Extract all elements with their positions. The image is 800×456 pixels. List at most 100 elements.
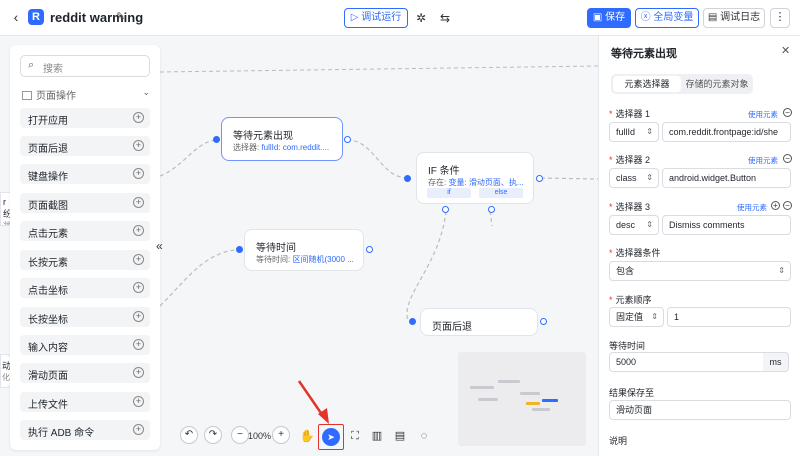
- global-variables-button[interactable]: ⓧ 全局变量: [635, 8, 699, 28]
- search-input[interactable]: ⌕ 搜索: [20, 55, 150, 77]
- node-output-port[interactable]: [540, 318, 547, 325]
- action-item[interactable]: 长按元素 +: [20, 250, 150, 270]
- action-item[interactable]: 长按坐标 +: [20, 307, 150, 327]
- add-icon[interactable]: +: [133, 396, 144, 407]
- use-element-link[interactable]: 使用元素: [748, 155, 778, 166]
- selector3-label-text: 选择器 3: [615, 202, 651, 212]
- save-button[interactable]: ▣ 保存: [587, 8, 631, 28]
- node-if-condition[interactable]: IF 条件 存在: 变量: 滑动页面、执... if else: [416, 152, 534, 204]
- magic-wand-icon[interactable]: ✲: [412, 9, 430, 27]
- pointer-select-icon[interactable]: ➤: [322, 428, 340, 446]
- order-value-input[interactable]: 1: [667, 307, 791, 327]
- node-wait-time[interactable]: 等待时间 等待时间: 区间随机(3000 ...: [244, 229, 364, 271]
- add-icon[interactable]: +: [133, 140, 144, 151]
- add-icon[interactable]: +: [133, 311, 144, 322]
- action-item[interactable]: 输入内容 +: [20, 335, 150, 355]
- fit-view-icon[interactable]: ⛶: [348, 426, 362, 446]
- tab-stored-elements[interactable]: 存储的元素对象: [683, 76, 751, 92]
- chevron-down-icon: ⌄: [142, 87, 150, 97]
- action-item[interactable]: 页面后退 +: [20, 136, 150, 156]
- order-type-select[interactable]: 固定值 ⇕: [609, 307, 664, 327]
- selector3-type: desc: [616, 220, 636, 230]
- else-branch-port[interactable]: [488, 206, 495, 213]
- node-output-port[interactable]: [344, 136, 351, 143]
- hand-pan-icon[interactable]: ✋: [298, 426, 316, 446]
- action-label: 打开应用: [28, 116, 68, 127]
- swap-arrows-icon[interactable]: ⇆: [436, 9, 454, 27]
- use-element-link[interactable]: 使用元素: [748, 109, 778, 120]
- selector2-type-select[interactable]: class ⇕: [609, 168, 659, 188]
- add-icon[interactable]: +: [133, 282, 144, 293]
- action-label: 页面后退: [28, 144, 68, 155]
- remove-icon[interactable]: −: [783, 108, 792, 117]
- add-icon[interactable]: +: [133, 168, 144, 179]
- action-item[interactable]: 执行 ADB 命令 +: [20, 420, 150, 440]
- redo-icon[interactable]: ↷: [204, 426, 222, 444]
- node-input-port[interactable]: [404, 175, 411, 182]
- collapse-panel-icon[interactable]: «: [156, 239, 163, 253]
- more-options-button[interactable]: ⋮: [770, 8, 790, 28]
- zoom-in-icon[interactable]: +: [272, 426, 290, 444]
- add-icon[interactable]: +: [133, 112, 144, 123]
- use-element-link[interactable]: 使用元素: [737, 202, 767, 213]
- add-icon[interactable]: +: [133, 225, 144, 236]
- zoom-level: 100%: [248, 431, 272, 441]
- if-branch-port[interactable]: [442, 206, 449, 213]
- add-icon[interactable]: +: [133, 424, 144, 435]
- condition-value: 包含: [616, 266, 635, 276]
- selector3-value-input[interactable]: Dismiss comments: [662, 215, 791, 235]
- node-wait-element[interactable]: 等待元素出现 选择器: fullId: com.reddit....: [221, 117, 343, 161]
- select-arrows-icon: ⇕: [651, 312, 658, 321]
- node-output-port[interactable]: [536, 175, 543, 182]
- tab-element-selector[interactable]: 元素选择器: [613, 76, 681, 92]
- category-page-operations[interactable]: 页面操作 ⌄: [22, 87, 150, 102]
- global-variables-label: 全局变量: [653, 12, 694, 23]
- action-item[interactable]: 点击坐标 +: [20, 278, 150, 298]
- debug-run-button[interactable]: ▷ 调试运行: [344, 8, 408, 28]
- debug-log-button[interactable]: ▤ 调试日志: [703, 8, 765, 28]
- node-title: 等待时间: [256, 243, 296, 254]
- action-item[interactable]: 点击元素 +: [20, 221, 150, 241]
- category-label: 页面操作: [36, 91, 76, 102]
- minimap[interactable]: [458, 352, 586, 446]
- save-result-input[interactable]: 滑动页面: [609, 400, 791, 420]
- node-subtitle: 等待时间: 区间随机(3000 ...: [256, 254, 354, 265]
- action-item[interactable]: 页面截图 +: [20, 193, 150, 213]
- selector1-type-select[interactable]: fullId ⇕: [609, 122, 659, 142]
- node-page-back[interactable]: 页面后退: [420, 308, 538, 336]
- node-input-port[interactable]: [213, 136, 220, 143]
- selector1-label: * 选择器 1: [609, 107, 650, 120]
- node-input-port[interactable]: [236, 246, 243, 253]
- action-item[interactable]: 滑动页面 +: [20, 363, 150, 383]
- selector2-value-input[interactable]: android.widget.Button: [662, 168, 791, 188]
- add-icon[interactable]: +: [133, 367, 144, 378]
- selector-condition-select[interactable]: 包含 ⇕: [609, 261, 791, 281]
- layout-icon[interactable]: ▥: [370, 426, 384, 446]
- comment-icon[interactable]: ◌: [417, 426, 431, 446]
- node-input-port[interactable]: [409, 318, 416, 325]
- edit-pencil-icon[interactable]: ✎: [116, 10, 125, 23]
- action-item[interactable]: 上传文件 +: [20, 392, 150, 412]
- add-icon[interactable]: +: [771, 201, 780, 210]
- remove-icon[interactable]: −: [783, 154, 792, 163]
- add-icon[interactable]: +: [133, 197, 144, 208]
- add-icon[interactable]: +: [133, 254, 144, 265]
- log-icon: ▤: [707, 12, 721, 23]
- back-chevron-icon[interactable]: ‹: [8, 9, 24, 25]
- select-arrows-icon: ⇕: [646, 220, 653, 229]
- action-item[interactable]: 打开应用 +: [20, 108, 150, 128]
- undo-icon[interactable]: ↶: [180, 426, 198, 444]
- selector1-value-input[interactable]: com.reddit.frontpage:id/she: [662, 122, 791, 142]
- selector3-type-select[interactable]: desc ⇕: [609, 215, 659, 235]
- order-label-text: 元素顺序: [615, 295, 652, 305]
- zoom-out-icon[interactable]: −: [231, 426, 249, 444]
- node-output-port[interactable]: [366, 246, 373, 253]
- action-label: 滑动页面: [28, 371, 68, 382]
- align-icon[interactable]: ▤: [393, 426, 407, 446]
- close-icon[interactable]: ✕: [781, 44, 790, 57]
- action-item[interactable]: 键盘操作 +: [20, 164, 150, 184]
- wait-time-input[interactable]: 5000: [609, 352, 765, 372]
- add-icon[interactable]: +: [133, 339, 144, 350]
- branch-else-label: else: [479, 188, 523, 198]
- remove-icon[interactable]: −: [783, 201, 792, 210]
